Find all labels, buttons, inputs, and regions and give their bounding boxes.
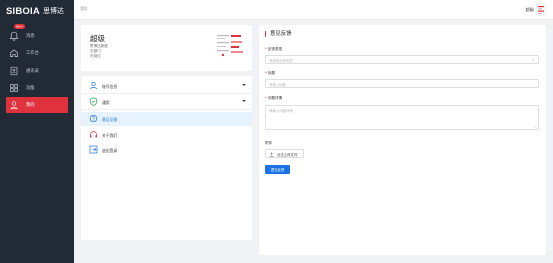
shield-icon xyxy=(89,97,98,106)
submit-button-label: 提交反馈 xyxy=(270,168,285,172)
contacts-icon xyxy=(9,66,19,76)
sidebar-item-label: 功能 xyxy=(26,86,35,91)
menu-item-label: 意见反馈 xyxy=(102,117,118,122)
upload-button[interactable]: 点击上传文件 xyxy=(265,149,304,158)
bell-icon xyxy=(9,31,19,41)
chevron-down-icon xyxy=(531,58,535,62)
sidebar-item-mine[interactable]: 我的 xyxy=(6,97,68,113)
home-icon xyxy=(9,48,19,58)
upload-icon xyxy=(269,152,274,157)
sidebar-item-workbench[interactable]: 工作台 xyxy=(0,45,74,61)
profile-illustration xyxy=(215,31,245,61)
app-logo: SIBOIA 思博达 xyxy=(6,4,64,18)
user-icon xyxy=(9,100,19,110)
menu-item-label: 通用 xyxy=(102,100,110,105)
detail-textarea[interactable]: 请输入问题详情 xyxy=(265,105,539,130)
menu-item-feedback[interactable]: 意见反馈 xyxy=(81,112,252,126)
sidebar-item-label: 工作台 xyxy=(26,51,39,56)
sidebar-item-contacts[interactable]: 通讯录 xyxy=(0,63,74,79)
sidebar-item-label: 我的 xyxy=(26,103,35,108)
menu-item-logout[interactable]: 退出登录 xyxy=(81,143,252,157)
feedback-form-card: 意见反馈 *反馈类型 请选择反馈类型 *标题 请输入标题 *问题详情 请输入问题… xyxy=(259,25,546,255)
subject-input[interactable]: 请输入标题 xyxy=(265,79,539,88)
profile-name: 超级 xyxy=(90,34,105,43)
feedback-icon xyxy=(89,114,98,123)
submit-button[interactable]: 提交反馈 xyxy=(265,165,290,174)
sidebar: SIBOIA 思博达 99+ 消息 工作台 通讯录 功能 我的 xyxy=(0,0,74,263)
attachment-label: 附件 xyxy=(265,141,273,145)
menu-item-label: 退出登录 xyxy=(102,148,118,153)
feedback-type-placeholder: 请选择反馈类型 xyxy=(269,59,293,63)
sidebar-item-messages[interactable]: 99+ 消息 xyxy=(0,24,74,44)
menu-item-about-us[interactable]: 关于我们 xyxy=(81,128,252,142)
sidebar-item-functions[interactable]: 功能 xyxy=(0,80,74,96)
profile-card: 超级 思博达新能 无部门 无岗位 xyxy=(81,25,252,71)
top-username[interactable]: 超级 xyxy=(526,7,534,13)
settings-menu: 账号信息 通用 意见反馈 关于我们 退出登录 xyxy=(81,76,252,240)
feedback-type-select[interactable]: 请选择反馈类型 xyxy=(265,55,539,64)
menu-item-label: 账号信息 xyxy=(102,84,118,89)
app-root: SIBOIA 思博达 99+ 消息 工作台 通讯录 功能 我的 我的 超级 超级… xyxy=(0,0,553,263)
chevron-down-icon xyxy=(241,98,247,104)
top-bar: 我的 超级 xyxy=(74,0,553,20)
divider xyxy=(81,109,252,110)
user-icon xyxy=(89,81,98,90)
upload-button-label: 点击上传文件 xyxy=(277,153,298,157)
subject-label: *标题 xyxy=(265,71,275,75)
resize-grip-icon[interactable] xyxy=(534,125,537,128)
logout-icon xyxy=(89,145,98,154)
menu-item-account-info[interactable]: 账号信息 xyxy=(81,79,252,93)
detail-label: *问题详情 xyxy=(265,96,283,100)
breadcrumb: 我的 xyxy=(80,6,88,11)
logo-cn-text: 思博达 xyxy=(42,7,64,15)
divider xyxy=(81,93,252,94)
sidebar-item-label: 通讯录 xyxy=(26,69,39,74)
message-count-badge: 99+ xyxy=(14,24,26,29)
avatar[interactable] xyxy=(536,3,546,16)
sidebar-item-label: 消息 xyxy=(26,34,35,39)
feedback-type-label: *反馈类型 xyxy=(265,47,283,51)
form-title: 意见反馈 xyxy=(265,31,292,37)
info-icon xyxy=(89,130,98,139)
detail-placeholder: 请输入问题详情 xyxy=(269,109,293,113)
profile-position: 无岗位 xyxy=(90,54,101,58)
menu-item-label: 关于我们 xyxy=(102,133,118,138)
logo-text: SIBOIA xyxy=(6,5,40,17)
menu-item-general[interactable]: 通用 xyxy=(81,95,252,109)
grid-icon xyxy=(9,83,19,93)
subject-placeholder: 请输入标题 xyxy=(269,83,286,87)
chevron-down-icon xyxy=(241,82,247,88)
